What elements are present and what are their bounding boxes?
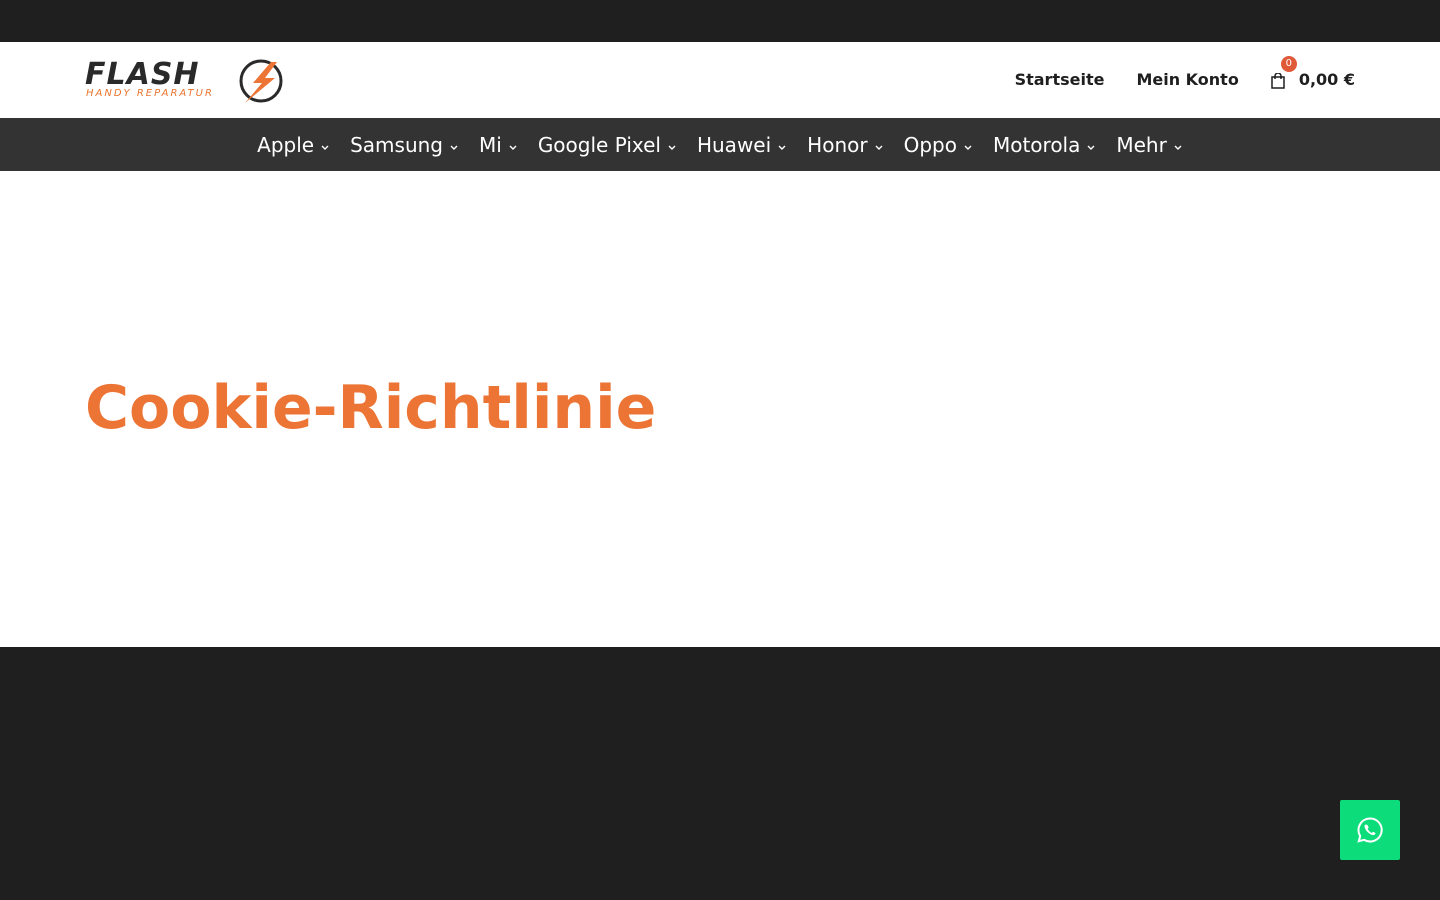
category-label: Motorola [992, 132, 1081, 157]
whatsapp-icon [1357, 817, 1383, 843]
logo-tagline: HANDY REPARATUR [86, 88, 214, 99]
category-samsung[interactable]: Samsung [340, 133, 469, 157]
lightning-bolt-icon [239, 59, 283, 103]
chevron-down-icon [321, 145, 329, 150]
category-mi[interactable]: Mi [469, 133, 528, 157]
category-label: Mehr [1116, 132, 1167, 157]
chevron-down-icon [1087, 145, 1095, 150]
chevron-down-icon [509, 145, 517, 150]
chevron-down-icon [964, 145, 972, 150]
category-apple[interactable]: Apple [247, 133, 340, 157]
category-label: Honor [807, 132, 868, 157]
chevron-down-icon [778, 145, 786, 150]
nav-link-startseite[interactable]: Startseite [1015, 70, 1105, 90]
category-label: Huawei [696, 132, 772, 157]
site-footer [0, 647, 1440, 900]
category-label: Mi [479, 132, 502, 157]
chevron-down-icon [668, 145, 676, 150]
category-label: Oppo [903, 132, 957, 157]
chevron-down-icon [875, 145, 883, 150]
nav-link-mein-konto[interactable]: Mein Konto [1136, 70, 1238, 90]
top-bar [0, 0, 1440, 42]
shopping-bag-icon [1271, 73, 1285, 89]
category-nav: Apple Samsung Mi Google Pixel Huawei Hon… [0, 118, 1440, 171]
category-oppo[interactable]: Oppo [894, 133, 983, 157]
category-label: Google Pixel [537, 132, 661, 157]
chevron-down-icon [1174, 145, 1182, 150]
site-header: FLASH HANDY REPARATUR Startseite Mein Ko… [0, 42, 1440, 118]
category-huawei[interactable]: Huawei [687, 133, 797, 157]
page-title: Cookie-Richtlinie [85, 373, 657, 443]
chevron-down-icon [450, 145, 458, 150]
cart-total: 0,00 € [1298, 70, 1355, 89]
cart-count-badge: 0 [1280, 56, 1297, 72]
cart-button[interactable]: 0 0,00 € [1271, 56, 1355, 90]
category-motorola[interactable]: Motorola [983, 133, 1106, 157]
logo-wordmark: FLASH [85, 57, 200, 92]
page-content: Cookie-Richtlinie [0, 171, 1440, 647]
category-mehr[interactable]: Mehr [1106, 133, 1192, 157]
category-honor[interactable]: Honor [797, 133, 893, 157]
category-google-pixel[interactable]: Google Pixel [528, 133, 687, 157]
category-label: Apple [257, 132, 315, 157]
category-label: Samsung [350, 132, 443, 157]
whatsapp-button[interactable] [1340, 800, 1400, 860]
header-nav: Startseite Mein Konto 0 0,00 € [983, 42, 1355, 118]
site-logo[interactable]: FLASH HANDY REPARATUR [85, 56, 285, 106]
